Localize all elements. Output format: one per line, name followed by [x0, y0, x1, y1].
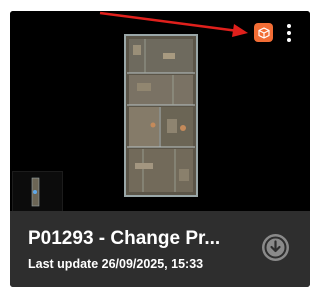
minimap-thumbnail[interactable]	[12, 171, 63, 212]
more-options-button[interactable]	[279, 22, 299, 44]
minimap-floorplan-image	[31, 177, 40, 207]
project-card[interactable]: P01293 - Change Pr... Last update 26/09/…	[10, 11, 310, 287]
download-icon	[264, 236, 287, 259]
floorplan-image	[124, 34, 198, 197]
3d-cube-icon	[257, 26, 270, 39]
project-preview[interactable]	[10, 11, 310, 212]
download-button[interactable]	[262, 234, 289, 261]
project-title[interactable]: P01293 - Change Pr...	[28, 228, 248, 250]
last-update-text: Last update 26/09/2025, 15:33	[28, 257, 204, 271]
more-vertical-icon	[287, 24, 291, 28]
3d-view-button[interactable]	[254, 23, 273, 42]
card-info: P01293 - Change Pr... Last update 26/09/…	[10, 211, 310, 287]
